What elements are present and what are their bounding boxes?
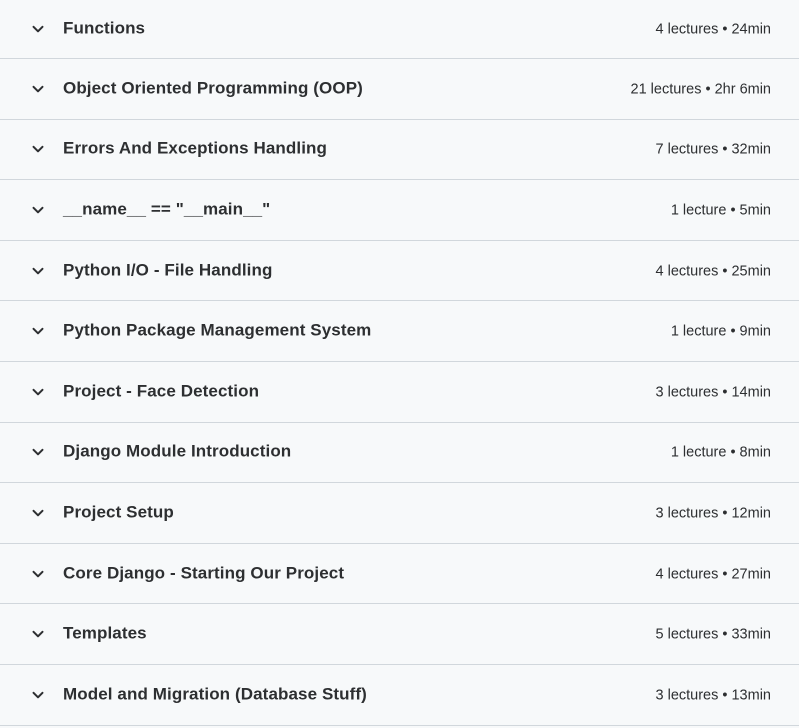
chevron-down-icon — [30, 687, 46, 703]
chevron-down-icon — [30, 202, 46, 218]
section-title: Core Django - Starting Our Project — [63, 563, 345, 583]
chevron-down-icon — [30, 81, 46, 97]
chevron-down-icon — [30, 566, 46, 582]
section-title: Django Module Introduction — [63, 441, 292, 461]
section-lecture-count: 3 lectures • 14min — [655, 384, 772, 401]
curriculum-section[interactable]: Django Module Introduction 1 lecture • 8… — [0, 423, 799, 484]
section-lecture-count: 5 lectures • 33min — [655, 626, 772, 643]
curriculum-section[interactable]: Functions 4 lectures • 24min — [0, 0, 799, 59]
curriculum-section[interactable]: Core Django - Starting Our Project 4 lec… — [0, 544, 799, 605]
section-lecture-count: 1 lecture • 9min — [670, 323, 771, 340]
chevron-down-icon — [30, 626, 46, 642]
chevron-down-icon — [30, 263, 46, 279]
curriculum-section[interactable]: __name__ == "__main__" 1 lecture • 5min — [0, 180, 799, 241]
section-lecture-count: 4 lectures • 24min — [655, 21, 772, 38]
section-title: Templates — [63, 623, 147, 643]
section-lecture-count: 1 lecture • 8min — [670, 444, 771, 461]
curriculum-section[interactable]: Python Package Management System 1 lectu… — [0, 301, 799, 362]
chevron-down-icon — [30, 384, 46, 400]
section-lecture-count: 4 lectures • 25min — [655, 262, 772, 279]
section-title: Errors And Exceptions Handling — [63, 138, 328, 158]
curriculum-section[interactable]: Project Setup 3 lectures • 12min — [0, 483, 799, 544]
section-title: Project Setup — [63, 502, 174, 522]
chevron-down-icon — [30, 505, 46, 521]
curriculum-section[interactable]: Object Oriented Programming (OOP) 21 lec… — [0, 59, 799, 120]
section-title: Python I/O - File Handling — [63, 260, 273, 280]
section-title: Python Package Management System — [63, 320, 372, 340]
chevron-down-icon — [30, 444, 46, 460]
section-lecture-count: 3 lectures • 12min — [655, 505, 772, 522]
curriculum-section[interactable]: Errors And Exceptions Handling 7 lecture… — [0, 120, 799, 181]
curriculum-section[interactable]: Templates 5 lectures • 33min — [0, 604, 799, 665]
curriculum-section[interactable]: Project - Face Detection 3 lectures • 14… — [0, 362, 799, 423]
section-title: Object Oriented Programming (OOP) — [63, 78, 363, 98]
section-lecture-count: 7 lectures • 32min — [655, 141, 772, 158]
chevron-down-icon — [30, 141, 46, 157]
chevron-down-icon — [30, 21, 46, 37]
section-lecture-count: 4 lectures • 27min — [655, 565, 772, 582]
section-title: Functions — [63, 18, 146, 38]
section-title: Project - Face Detection — [63, 381, 260, 401]
curriculum-section[interactable]: Model and Migration (Database Stuff) 3 l… — [0, 665, 799, 726]
section-lecture-count: 3 lectures • 13min — [655, 687, 772, 704]
curriculum-section[interactable]: Python I/O - File Handling 4 lectures • … — [0, 241, 799, 302]
section-lecture-count: 1 lecture • 5min — [670, 202, 771, 219]
section-lecture-count: 21 lectures • 2hr 6min — [630, 81, 771, 98]
chevron-down-icon — [30, 323, 46, 339]
section-title: Model and Migration (Database Stuff) — [63, 684, 367, 704]
section-title: __name__ == "__main__" — [63, 199, 271, 219]
course-curriculum: Functions 4 lectures • 24min Object Orie… — [0, 0, 799, 728]
